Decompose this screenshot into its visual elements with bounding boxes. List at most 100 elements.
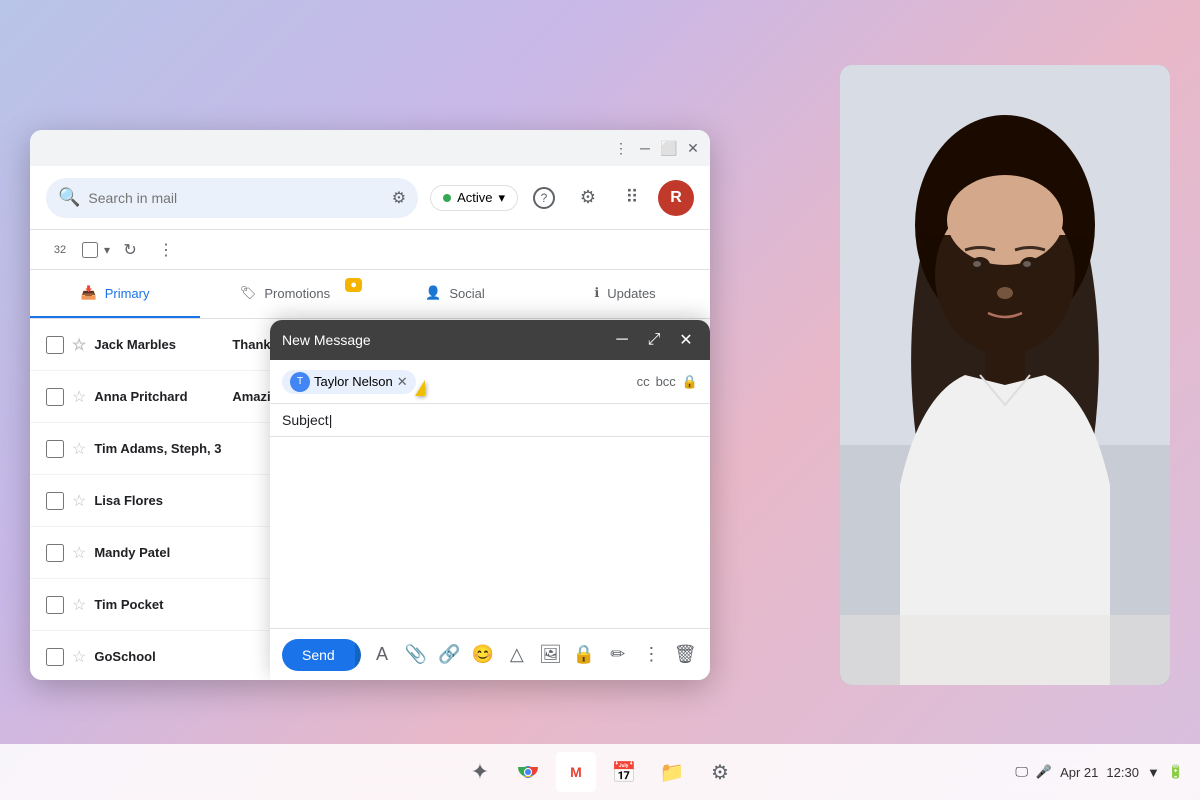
more-options-button[interactable]: ⋮ [150, 234, 182, 266]
emoji-button[interactable]: 😊 [470, 639, 496, 671]
search-icon: 🔍 [58, 187, 80, 208]
window-menu-button[interactable]: ⋮ [612, 139, 630, 157]
refresh-button[interactable]: ↻ [114, 234, 146, 266]
email-sender: Mandy Patel [94, 545, 224, 560]
compose-footer: Send ▾ A 📎 🔗 😊 △ 🖼 🔒 [270, 628, 710, 680]
updates-tab-label: Updates [607, 286, 655, 301]
tab-promotions[interactable]: 🏷 Promotions ● [200, 270, 370, 318]
promotions-tab-label: Promotions [264, 286, 330, 301]
compose-close-button[interactable]: ✕ [674, 328, 698, 352]
more-compose-button[interactable]: ⋮ [639, 639, 665, 671]
tab-social[interactable]: 👤 Social [370, 270, 540, 318]
launcher-icon[interactable]: ✦ [460, 752, 500, 792]
send-button[interactable]: Send [282, 639, 355, 671]
chrome-icon[interactable] [508, 752, 548, 792]
subject-text: Subject| [282, 412, 332, 428]
bcc-label[interactable]: bcc [656, 374, 676, 390]
compose-window: New Message ─ ⤢ ✕ T Taylor Nelson ✕ cc b… [270, 320, 710, 680]
email-checkbox[interactable] [46, 336, 64, 354]
send-options-button[interactable]: ▾ [355, 639, 362, 671]
format-button[interactable]: A [369, 639, 395, 671]
star-icon[interactable]: ☆ [72, 491, 86, 511]
gmail-tabs: 📥 Primary 🏷 Promotions ● 👤 Social ℹ Upda… [30, 270, 710, 319]
recipient-name: Taylor Nelson [314, 374, 393, 389]
window-minimize-button[interactable]: ─ [636, 139, 654, 157]
search-input[interactable] [88, 190, 383, 206]
tab-updates[interactable]: ℹ Updates [540, 270, 710, 318]
updates-tab-icon: ℹ [594, 285, 599, 301]
settings-button[interactable]: ⚙ [570, 180, 606, 216]
files-taskbar-icon[interactable]: 📁 [652, 752, 692, 792]
mic-icon: 🎤 [1036, 764, 1052, 780]
compose-title: New Message [282, 332, 371, 348]
compose-minimize-button[interactable]: ─ [610, 328, 634, 352]
window-close-button[interactable]: ✕ [684, 139, 702, 157]
apps-icon: ⠿ [625, 187, 638, 208]
star-icon[interactable]: ☆ [72, 387, 86, 407]
compose-subject[interactable]: Subject| [270, 404, 710, 437]
gmail-taskbar-icon[interactable]: M [556, 752, 596, 792]
promotions-badge: ● [345, 278, 362, 292]
help-button[interactable]: ? [526, 180, 562, 216]
select-all-checkbox[interactable] [82, 242, 98, 258]
email-sender: Anna Pritchard [94, 389, 224, 404]
email-checkbox[interactable] [46, 596, 64, 614]
settings-taskbar-icon[interactable]: ⚙ [700, 752, 740, 792]
active-label: Active [457, 190, 492, 205]
pencil-button[interactable]: ✏ [605, 639, 631, 671]
email-checkbox[interactable] [46, 544, 64, 562]
compose-expand-button[interactable]: ⤢ [642, 328, 666, 352]
compose-to-row: T Taylor Nelson ✕ cc bcc 🔒 [270, 360, 710, 404]
email-sender: Lisa Flores [94, 493, 224, 508]
social-tab-label: Social [449, 286, 484, 301]
lock-icon: 🔒 [573, 644, 595, 665]
email-checkbox[interactable] [46, 648, 64, 666]
battery-icon: 🔋 [1168, 764, 1184, 780]
star-icon[interactable]: ☆ [72, 439, 86, 459]
gmail-window: ⋮ ─ ⬜ ✕ 🔍 ⚙ Active ▾ ? ⚙ ⠿ [30, 130, 710, 680]
recipient-avatar: T [290, 372, 310, 392]
select-dropdown-arrow[interactable]: ▾ [104, 243, 110, 257]
link-button[interactable]: 🔗 [437, 639, 463, 671]
cc-label[interactable]: cc [637, 374, 650, 390]
remove-recipient-icon[interactable]: ✕ [397, 374, 408, 390]
email-checkbox[interactable] [46, 388, 64, 406]
window-maximize-button[interactable]: ⬜ [660, 139, 678, 157]
more-icon: ⋮ [642, 644, 660, 665]
video-feed [840, 65, 1170, 685]
tab-primary[interactable]: 📥 Primary [30, 270, 200, 318]
lock-button[interactable]: 🔒 [571, 639, 597, 671]
trash-button[interactable]: 🗑 [672, 639, 698, 671]
active-chevron: ▾ [498, 190, 505, 206]
photo-button[interactable]: 🖼 [538, 639, 564, 671]
avatar-letter: R [670, 189, 682, 207]
search-bar[interactable]: 🔍 ⚙ [46, 178, 418, 218]
cc-bcc-area: cc bcc 🔒 [637, 374, 698, 390]
link-icon: 🔗 [438, 644, 460, 665]
promotions-tab-icon: 🏷 [240, 285, 257, 301]
star-icon[interactable]: ☆ [72, 595, 86, 615]
email-sender: Tim Adams, Steph, 3 [94, 441, 224, 456]
email-sender: Tim Pocket [94, 597, 224, 612]
avatar-button[interactable]: R [658, 180, 694, 216]
active-status-badge[interactable]: Active ▾ [430, 185, 518, 211]
calendar-taskbar-icon[interactable]: 📅 [604, 752, 644, 792]
email-checkbox[interactable] [46, 440, 64, 458]
apps-button[interactable]: ⠿ [614, 180, 650, 216]
drive-button[interactable]: △ [504, 639, 530, 671]
taskbar: ✦ M 📅 📁 ⚙ 🖵 🎤 Apr 21 12:30 ▼ 🔋 [0, 744, 1200, 800]
attach-button[interactable]: 📎 [403, 639, 429, 671]
filter-icon[interactable]: ⚙ [392, 188, 406, 208]
primary-tab-icon: 📥 [81, 285, 97, 301]
attach-icon: 📎 [405, 644, 427, 665]
star-icon[interactable]: ☆ [72, 647, 86, 667]
gmail-toolbar: 32 ▾ ↻ ⋮ [30, 230, 710, 270]
star-icon[interactable]: ☆ [72, 335, 86, 355]
compose-body[interactable] [270, 437, 710, 628]
window-titlebar: ⋮ ─ ⬜ ✕ [30, 130, 710, 166]
email-checkbox[interactable] [46, 492, 64, 510]
recipient-chip[interactable]: T Taylor Nelson ✕ [282, 370, 416, 394]
email-sender: GoSchool [94, 649, 224, 664]
sidebar-count-area: 32 [46, 236, 74, 264]
star-icon[interactable]: ☆ [72, 543, 86, 563]
